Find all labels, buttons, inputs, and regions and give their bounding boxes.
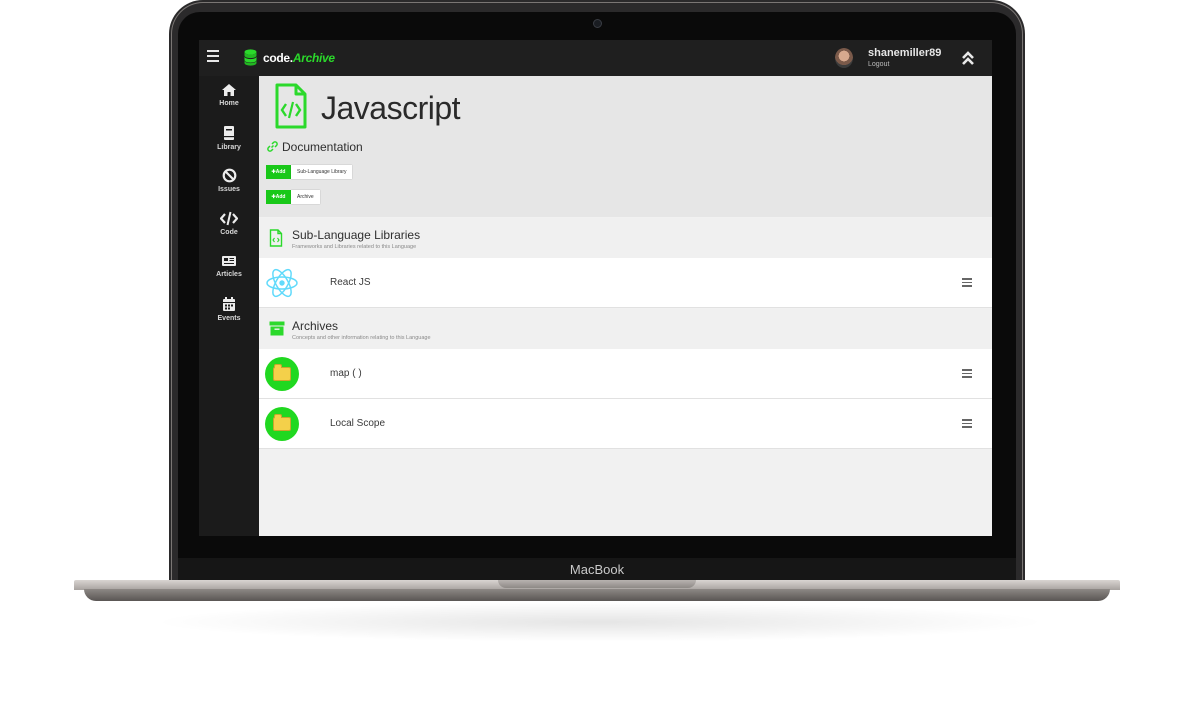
sidebar-item-label: Events (217, 315, 241, 322)
section-subtitle: Frameworks and Libraries related to this… (292, 244, 417, 250)
list-item-name: map ( ) (330, 368, 362, 379)
sidebar-item-label: Home (219, 100, 239, 107)
avatar[interactable] (835, 48, 853, 68)
top-navbar: code.Archive shanemiller89 Logout (199, 40, 992, 76)
laptop-brand: MacBook (569, 562, 625, 577)
link-icon (267, 141, 278, 152)
drag-handle-icon[interactable] (962, 278, 972, 287)
list-item[interactable]: React JS (259, 258, 992, 308)
sidebar-item-label: Articles (216, 271, 242, 278)
camera-icon (593, 19, 602, 28)
folder-icon (265, 407, 299, 441)
sidebar-item-articles[interactable]: Articles (199, 254, 259, 294)
add-library-button[interactable]: ✚Add (266, 165, 291, 179)
newspaper-icon (222, 256, 236, 266)
sidebar-item-issues[interactable]: Issues (199, 168, 259, 208)
main-content: Javascript Documentation ✚Add Sub-Langua… (259, 76, 992, 536)
drag-handle-icon[interactable] (962, 419, 972, 428)
list-item[interactable]: Local Scope (259, 399, 992, 449)
add-archive-tooltip: Archive (291, 190, 320, 204)
sidebar-item-label: Library (217, 144, 241, 151)
archives-section-header: Archives Concepts and other information … (259, 309, 992, 349)
file-code-icon (275, 83, 307, 129)
book-icon (224, 126, 234, 140)
language-header: Javascript Documentation ✚Add Sub-Langua… (259, 76, 992, 217)
app-screen: code.Archive shanemiller89 Logout Home L… (199, 40, 992, 536)
folder-icon (265, 357, 299, 391)
section-title: Sub-Language Libraries (292, 228, 421, 242)
app-logo[interactable]: code.Archive (263, 51, 335, 65)
sidebar-item-home[interactable]: Home (199, 83, 259, 123)
calendar-icon (223, 297, 235, 311)
libraries-section-header: Sub-Language Libraries Frameworks and Li… (259, 218, 992, 258)
sidebar-item-events[interactable]: Events (199, 296, 259, 336)
sidebar-item-library[interactable]: Library (199, 125, 259, 165)
home-icon (222, 84, 236, 96)
documentation-link[interactable]: Documentation (267, 140, 363, 154)
sidebar-item-code[interactable]: Code (199, 211, 259, 251)
ban-icon (222, 168, 236, 183)
logout-link[interactable]: Logout (868, 60, 889, 69)
list-item-name: Local Scope (330, 418, 386, 429)
sidebar-item-label: Issues (218, 186, 240, 193)
menu-toggle-icon[interactable] (207, 50, 219, 64)
laptop-notch (498, 580, 696, 588)
username[interactable]: shanemiller89 (868, 47, 941, 59)
chevron-double-up-icon[interactable] (961, 50, 975, 66)
sidebar-item-label: Code (220, 229, 238, 236)
file-code-icon (269, 229, 283, 247)
page-title: Javascript (321, 90, 461, 126)
add-archive-button[interactable]: ✚Add (266, 190, 291, 204)
section-title: Archives (292, 319, 339, 333)
database-icon (244, 49, 257, 66)
sidebar: Home Library Issues Code Articles Events (199, 76, 259, 536)
laptop-shadow (150, 602, 1050, 642)
add-library-tooltip: Sub-Language Library (291, 165, 353, 179)
drag-handle-icon[interactable] (962, 369, 972, 378)
list-item-name: React JS (330, 277, 371, 288)
list-item[interactable]: map ( ) (259, 349, 992, 399)
laptop-base-bottom (84, 589, 1110, 601)
documentation-link-label: Documentation (282, 140, 363, 154)
section-subtitle: Concepts and other information relating … (292, 335, 431, 341)
archive-icon (269, 321, 285, 336)
code-icon (220, 211, 238, 226)
react-icon (266, 268, 298, 298)
